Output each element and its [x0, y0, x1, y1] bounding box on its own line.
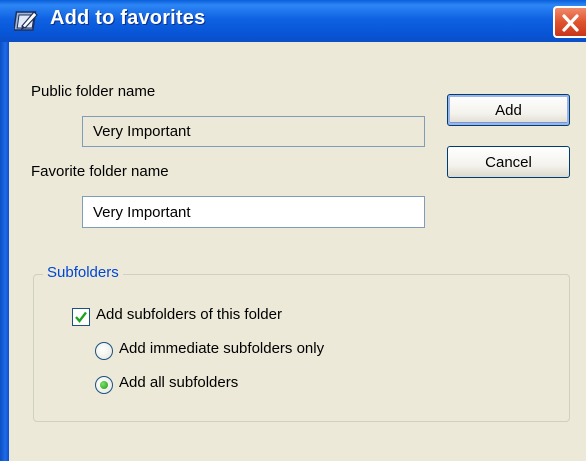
- add-button[interactable]: Add: [447, 94, 570, 126]
- favorite-folder-label: Favorite folder name: [31, 163, 169, 180]
- close-button[interactable]: [553, 6, 586, 38]
- favorite-folder-input[interactable]: [82, 196, 425, 228]
- immediate-subfolders-label[interactable]: Add immediate subfolders only: [119, 340, 324, 357]
- close-icon: [562, 14, 579, 32]
- public-folder-field: Very Important: [82, 116, 425, 147]
- immediate-subfolders-radio[interactable]: [95, 342, 113, 360]
- subfolders-group-label: Subfolders: [43, 264, 123, 281]
- all-subfolders-radio[interactable]: [95, 376, 113, 394]
- dialog-title: Add to favorites: [50, 7, 206, 29]
- public-folder-label: Public folder name: [31, 83, 156, 100]
- all-subfolders-label[interactable]: Add all subfolders: [119, 374, 238, 391]
- title-bar[interactable]: Add to favorites: [0, 0, 586, 42]
- window-frame-left: [0, 42, 9, 461]
- cancel-button[interactable]: Cancel: [447, 146, 570, 178]
- add-to-favorites-dialog: Add to favorites Public folder name Very…: [0, 0, 586, 461]
- checkmark-icon: [75, 311, 87, 323]
- favorites-folder-icon: [13, 8, 40, 34]
- radio-selected-dot: [100, 381, 108, 389]
- add-subfolders-checkbox[interactable]: [72, 308, 90, 326]
- add-subfolders-label[interactable]: Add subfolders of this folder: [96, 306, 282, 323]
